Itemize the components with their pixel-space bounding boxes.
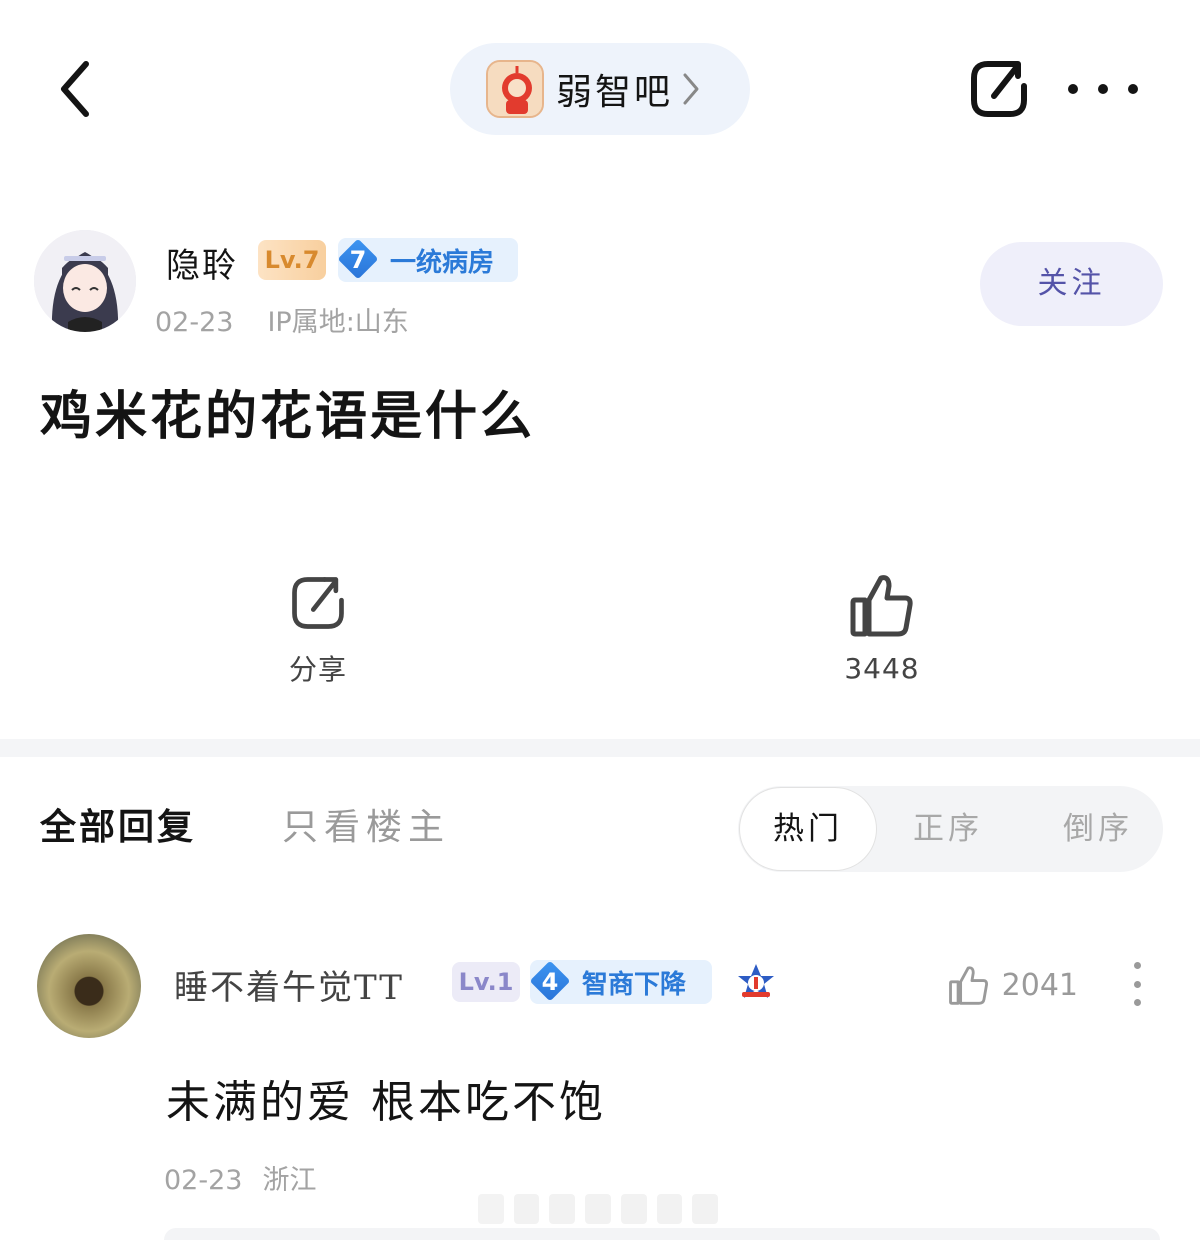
dot-icon (1133, 962, 1141, 969)
like-action[interactable]: 3448 (822, 572, 942, 692)
follow-button[interactable]: 关注 (980, 242, 1163, 326)
dot-icon (1133, 999, 1141, 1006)
sort-hot[interactable]: 热门 (740, 788, 876, 870)
sort-segmented-control: 热门 正序 倒序 (738, 786, 1163, 872)
comment-title-badge: 4 智商下降 (530, 960, 712, 1004)
comment-date: 02-23 (164, 1165, 243, 1196)
share-action[interactable]: 分享 (258, 572, 378, 692)
comment-more-button[interactable] (1124, 962, 1150, 1006)
forum-link[interactable]: 弱智吧 (450, 43, 750, 135)
dot-icon (1068, 84, 1078, 94)
like-count: 3448 (844, 652, 920, 685)
section-divider (0, 739, 1200, 757)
dot-icon (1098, 84, 1108, 94)
share-button[interactable] (966, 56, 1032, 122)
sort-ascending[interactable]: 正序 (898, 786, 998, 872)
thumbs-up-icon (850, 575, 913, 637)
comment-level-badge: Lv.1 (452, 962, 520, 1002)
forum-name: 弱智吧 (556, 72, 674, 113)
author-name[interactable]: 隐聆 (166, 238, 238, 287)
forum-avatar (486, 60, 544, 118)
author-meta: 02-23 IP属地:山东 (155, 300, 409, 339)
dot-icon (1133, 980, 1141, 988)
author-avatar[interactable] (34, 230, 136, 332)
sub-replies-box[interactable] (164, 1228, 1160, 1240)
medal-icon (734, 962, 778, 1004)
comment-avatar[interactable] (37, 934, 141, 1038)
comment-like-count: 2041 (1001, 967, 1078, 1003)
title-badge-text: 一统病房 (390, 247, 495, 278)
share-icon (971, 61, 1027, 117)
comment-author-name[interactable]: 睡不着午觉TT (174, 960, 404, 1009)
title-badge: 7 一统病房 (338, 238, 518, 282)
post-title: 鸡米花的花语是什么 (40, 386, 536, 447)
comment-meta: 02-23 浙江 (164, 1158, 316, 1197)
chevron-right-icon (683, 73, 699, 105)
ip-location: IP属地:山东 (267, 307, 409, 338)
more-button[interactable] (1068, 64, 1138, 114)
share-label: 分享 (288, 653, 347, 686)
comment-like-button[interactable]: 2041 (948, 958, 1078, 1012)
tab-all-replies[interactable]: 全部回复 (40, 798, 196, 850)
diamond-icon: 4 (530, 960, 576, 1004)
tab-only-op[interactable]: 只看楼主 (282, 798, 450, 850)
back-button[interactable] (46, 56, 106, 122)
thumbs-up-icon (949, 966, 988, 1005)
top-bar: 弱智吧 (0, 0, 1200, 175)
comment-title-text: 智商下降 (582, 969, 687, 1000)
post-date: 02-23 (155, 307, 234, 338)
diamond-icon: 7 (338, 238, 384, 282)
dot-icon (1128, 84, 1138, 94)
comment-location: 浙江 (262, 1165, 317, 1196)
level-badge: Lv.7 (258, 240, 326, 280)
chevron-left-icon (61, 61, 89, 117)
watermark (478, 1194, 719, 1230)
sort-descending[interactable]: 倒序 (1043, 786, 1153, 872)
share-icon (292, 577, 344, 629)
comment-text: 未满的爱 根本吃不饱 (166, 1077, 606, 1128)
